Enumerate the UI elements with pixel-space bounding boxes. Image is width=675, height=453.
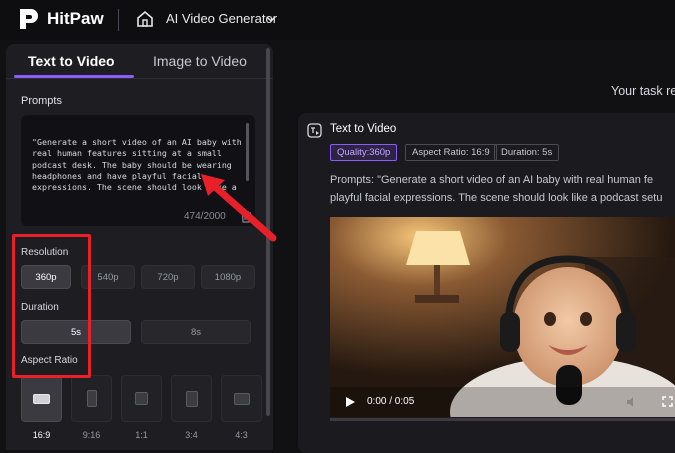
- prompt-textarea[interactable]: "Generate a short video of an AI baby wi…: [21, 115, 255, 226]
- panel-scrollbar[interactable]: [266, 48, 270, 416]
- chevron-down-icon[interactable]: [265, 13, 277, 25]
- top-bar: HitPaw AI Video Generator: [0, 0, 675, 40]
- square-frame-icon: [135, 392, 148, 405]
- resolution-option-1080p[interactable]: 1080p: [201, 265, 255, 289]
- prompt-line-1: Prompts: "Generate a short video of an A…: [330, 174, 654, 186]
- aspect-label-3-4: 3:4: [185, 430, 198, 440]
- hitpaw-logo-icon[interactable]: [18, 7, 40, 31]
- char-count: 474/2000: [184, 211, 226, 222]
- settings-panel: Text to Video Image to Video Prompts "Ge…: [6, 44, 273, 450]
- video-time: 0:00 / 0:05: [367, 396, 415, 407]
- portrait-frame-icon: [86, 390, 97, 407]
- aspect-option-4-3[interactable]: [221, 375, 262, 422]
- aspect-ratio-label: Aspect Ratio: [21, 355, 78, 366]
- tab-text-to-video[interactable]: Text to Video: [28, 53, 115, 69]
- home-icon[interactable]: [135, 9, 155, 29]
- prompt-text[interactable]: "Generate a short video of an AI baby wi…: [32, 137, 242, 194]
- aspect-option-1-1[interactable]: [121, 375, 162, 422]
- resolution-label: Resolution: [21, 247, 69, 258]
- card-title: Text to Video: [330, 123, 397, 135]
- video-progress-bar[interactable]: [330, 418, 675, 421]
- header-divider: [118, 9, 119, 31]
- tab-image-to-video[interactable]: Image to Video: [153, 53, 247, 69]
- duration-option-5s[interactable]: 5s: [21, 320, 131, 344]
- duration-option-8s[interactable]: 8s: [141, 320, 251, 344]
- task-results-title: Your task re: [611, 84, 675, 98]
- duration-badge: Duration: 5s: [494, 144, 560, 161]
- portrait-frame-icon: [185, 390, 198, 407]
- aspect-option-9-16[interactable]: [71, 375, 112, 422]
- aspect-ratio-badge: Aspect Ratio: 16:9: [405, 144, 497, 161]
- play-icon[interactable]: [346, 397, 355, 407]
- quality-badge: Quality:360p: [330, 144, 398, 161]
- aspect-option-3-4[interactable]: [171, 375, 212, 422]
- landscape-frame-icon: [233, 392, 250, 405]
- prompt-scrollbar[interactable]: [246, 123, 249, 181]
- video-player[interactable]: [330, 217, 675, 417]
- trash-icon[interactable]: [240, 210, 252, 223]
- aspect-label-9-16: 9:16: [82, 430, 101, 440]
- aspect-label-4-3: 4:3: [235, 430, 248, 440]
- landscape-frame-icon: [33, 393, 50, 404]
- resolution-option-720p[interactable]: 720p: [141, 265, 195, 289]
- text-to-video-icon: [307, 123, 322, 138]
- video-controls: 0:00 / 0:05: [330, 391, 675, 413]
- aspect-option-16-9[interactable]: [21, 375, 62, 422]
- aspect-label-1-1: 1:1: [135, 430, 148, 440]
- task-card: Text to Video Quality:360p Aspect Ratio:…: [298, 113, 675, 453]
- card-prompt-text: Prompts: "Generate a short video of an A…: [330, 171, 675, 207]
- resolution-option-540p[interactable]: 540p: [81, 265, 135, 289]
- duration-label: Duration: [21, 302, 59, 313]
- app-switcher[interactable]: AI Video Generator: [166, 11, 277, 26]
- tab-divider: [6, 78, 273, 79]
- prompt-line-2: playful facial expressions. The scene sh…: [330, 192, 663, 204]
- resolution-option-360p[interactable]: 360p: [21, 265, 71, 289]
- brand-name[interactable]: HitPaw: [47, 9, 104, 29]
- fullscreen-icon[interactable]: [662, 396, 673, 407]
- prompts-label: Prompts: [21, 95, 62, 107]
- aspect-label-16-9: 16:9: [32, 430, 51, 440]
- volume-icon[interactable]: [626, 396, 638, 408]
